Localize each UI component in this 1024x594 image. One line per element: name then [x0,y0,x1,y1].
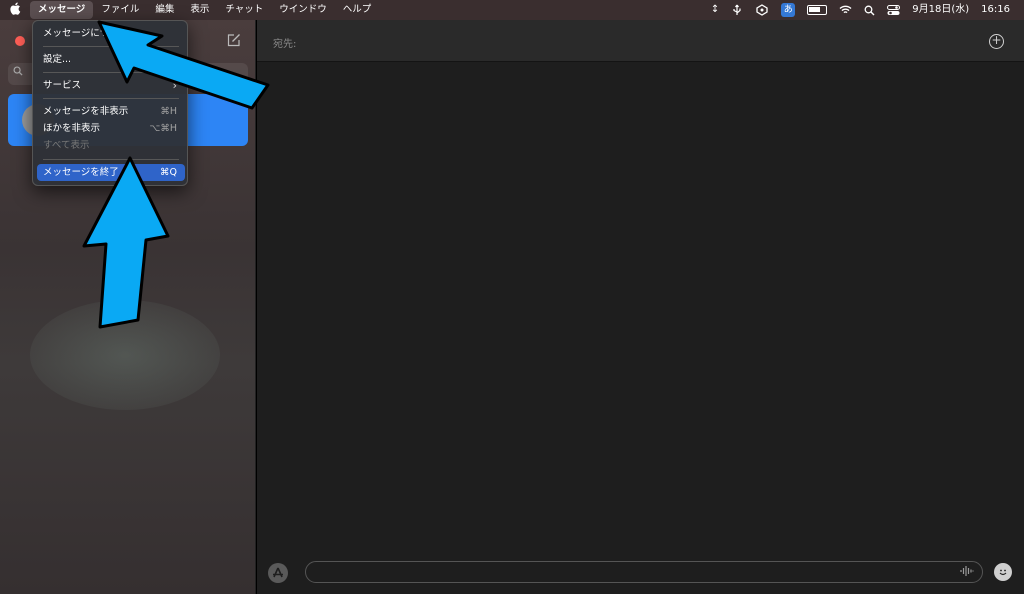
updown-arrow-icon[interactable]: ↕ [705,0,725,20]
shortcut-hide-others: ⌥⌘H [149,123,177,134]
menu-separator [43,98,179,99]
menu-separator [43,72,179,73]
apple-icon[interactable] [0,2,30,18]
search-icon[interactable] [858,0,881,20]
background-glow [30,300,220,410]
menu-bar: メッセージ ファイル 編集 表示 チャット ウインドウ ヘルプ ↕ あ 9月18… [0,0,1024,20]
messages-menu-dropdown: メッセージについて 設定... サービス › メッセージを非表示 ⌘H ほかを非… [32,20,188,186]
menu-chat[interactable]: チャット [217,1,271,19]
date-display[interactable]: 9月18日(水) [906,0,975,20]
audio-wave-icon[interactable] [960,565,974,580]
battery-icon[interactable] [801,0,833,20]
menu-item-services[interactable]: サービス › [37,77,185,94]
menu-view[interactable]: 表示 [182,1,217,19]
shortcut-hide: ⌘H [160,106,177,117]
conversation-pane: 宛先: + [257,20,1024,594]
cloud-icon[interactable] [749,0,775,20]
menu-window[interactable]: ウインドウ [271,1,335,19]
menu-item-about[interactable]: メッセージについて [37,25,185,42]
menu-help[interactable]: ヘルプ [335,1,380,19]
wifi-icon[interactable] [833,0,858,20]
menu-item-settings[interactable]: 設定... [37,51,185,68]
usb-icon[interactable] [725,0,749,20]
menu-messages[interactable]: メッセージ [30,1,94,19]
menu-edit[interactable]: 編集 [147,1,182,19]
control-center-icon[interactable] [881,0,906,20]
menu-separator [43,159,179,160]
search-icon [13,66,23,79]
compose-icon[interactable] [226,32,242,48]
appstore-icon[interactable] [268,563,288,583]
to-label: 宛先: [273,39,297,50]
menu-file[interactable]: ファイル [93,1,147,19]
status-area: ↕ あ 9月18日(水) 16:16 [705,0,1024,20]
add-recipient-button[interactable]: + [989,34,1004,49]
shortcut-quit: ⌘Q [160,167,177,178]
emoji-icon[interactable] [994,563,1012,581]
menu-item-show-all: すべて表示 [43,140,90,151]
recipient-bar: 宛先: + [257,20,1024,62]
time-display[interactable]: 16:16 [975,0,1024,20]
close-button[interactable] [15,36,25,46]
menu-item-hide-others[interactable]: ほかを非表示 ⌥⌘H [37,120,185,137]
chevron-right-icon: › [172,79,177,92]
menu-separator [43,46,179,47]
menu-item-quit[interactable]: メッセージを終了 ⌘Q [37,164,185,181]
message-input[interactable] [305,561,983,583]
input-method-icon[interactable]: あ [775,0,801,20]
menu-item-hide[interactable]: メッセージを非表示 ⌘H [37,103,185,120]
